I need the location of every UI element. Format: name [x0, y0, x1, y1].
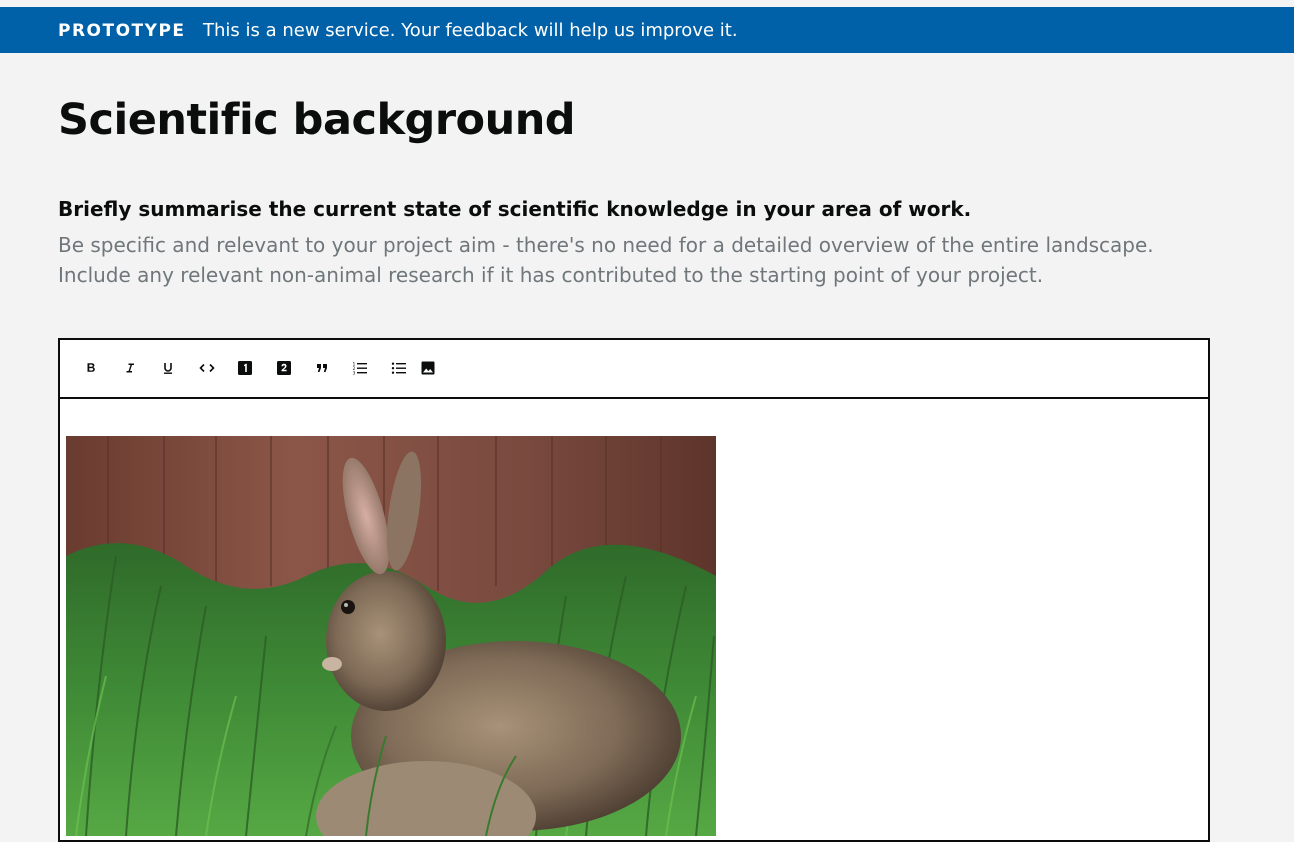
phase-banner-text: This is a new service. Your feedback wil… [203, 20, 738, 41]
editor-toolbar: 1 2 3 [60, 340, 1208, 399]
italic-button[interactable] [121, 359, 139, 377]
question-hint: Be specific and relevant to your project… [58, 233, 1154, 287]
top-strip [0, 0, 1294, 7]
heading-two-button[interactable] [275, 359, 293, 377]
heading-one-icon [238, 361, 252, 375]
underline-button[interactable] [159, 359, 177, 377]
image-icon [421, 361, 435, 375]
phase-tag: PROTOTYPE [58, 21, 186, 41]
code-icon [199, 363, 215, 373]
page-title: Scientific background [58, 95, 576, 145]
editor-content[interactable] [60, 399, 1208, 840]
heading-two-icon [277, 361, 291, 375]
block-quote-button[interactable] [313, 359, 331, 377]
underline-icon [164, 363, 172, 374]
phase-banner: PROTOTYPE This is a new service. Your fe… [0, 7, 1294, 53]
insert-image-button[interactable] [419, 359, 437, 377]
heading-one-button[interactable] [236, 359, 254, 377]
question-label: Briefly summarise the current state of s… [58, 197, 972, 221]
numbered-list-button[interactable]: 1 2 3 [351, 359, 369, 377]
bold-button[interactable] [82, 359, 100, 377]
bulleted-list-button[interactable] [390, 359, 408, 377]
rich-text-editor[interactable]: 1 2 3 [58, 338, 1210, 842]
svg-text:3: 3 [353, 371, 356, 377]
quote-icon [317, 364, 327, 372]
rabbit-in-grass-photo [66, 436, 716, 836]
numbered-list-icon: 1 2 3 [353, 362, 367, 377]
bulleted-list-icon [391, 362, 406, 374]
italic-icon [126, 363, 134, 373]
code-button[interactable] [198, 359, 216, 377]
bold-icon [87, 363, 95, 372]
